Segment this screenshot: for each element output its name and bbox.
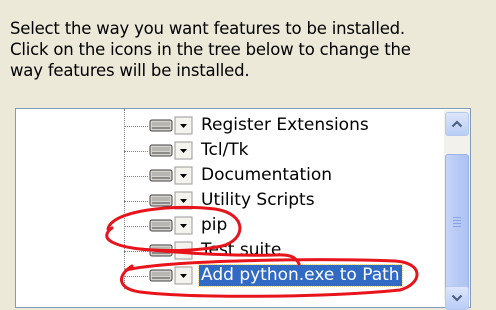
tree-item-add-python-to-path[interactable]: Add python.exe to Path [16,264,446,288]
drive-dropdown-icon[interactable] [149,166,193,185]
scrollbar-thumb[interactable] [445,154,469,294]
instructions-text: Select the way you want features to be i… [10,18,490,81]
vertical-scrollbar[interactable] [444,110,470,310]
tree-item-label[interactable]: Documentation [199,165,334,186]
instructions-line-2: Click on the icons in the tree below to … [10,40,411,59]
scroll-down-button[interactable] [445,286,469,310]
drive-dropdown-icon[interactable] [149,191,193,210]
tree-item-test-suite[interactable]: Test suite [16,239,446,263]
chevron-down-icon [451,294,463,302]
tree-item-label[interactable]: Test suite [199,240,283,261]
drive-dropdown-icon[interactable] [149,241,193,260]
drive-dropdown-icon[interactable] [149,216,193,235]
scroll-up-button[interactable] [445,112,469,136]
instructions-line-3: way features will be installed. [10,61,250,80]
feature-tree[interactable]: Register Extensions Tcl/Tk Documentation… [15,108,471,308]
tree-item-utility-scripts[interactable]: Utility Scripts [16,189,446,213]
tree-item-pip[interactable]: pip [16,214,446,238]
drive-dropdown-icon[interactable] [149,116,193,135]
tree-item-label[interactable]: Add python.exe to Path [198,264,403,287]
tree-item-label[interactable]: pip [199,215,229,236]
tree-item-label[interactable]: Utility Scripts [199,190,317,211]
tree-item-label[interactable]: Tcl/Tk [199,140,251,161]
tree-item-tcl-tk[interactable]: Tcl/Tk [16,139,446,163]
drive-dropdown-icon[interactable] [149,266,193,285]
tree-item-documentation[interactable]: Documentation [16,164,446,188]
drive-dropdown-icon[interactable] [149,141,193,160]
tree-item-label[interactable]: Register Extensions [199,115,371,136]
chevron-up-icon [451,120,463,128]
instructions-line-1: Select the way you want features to be i… [10,19,405,38]
tree-item-register-extensions[interactable]: Register Extensions [16,114,446,138]
